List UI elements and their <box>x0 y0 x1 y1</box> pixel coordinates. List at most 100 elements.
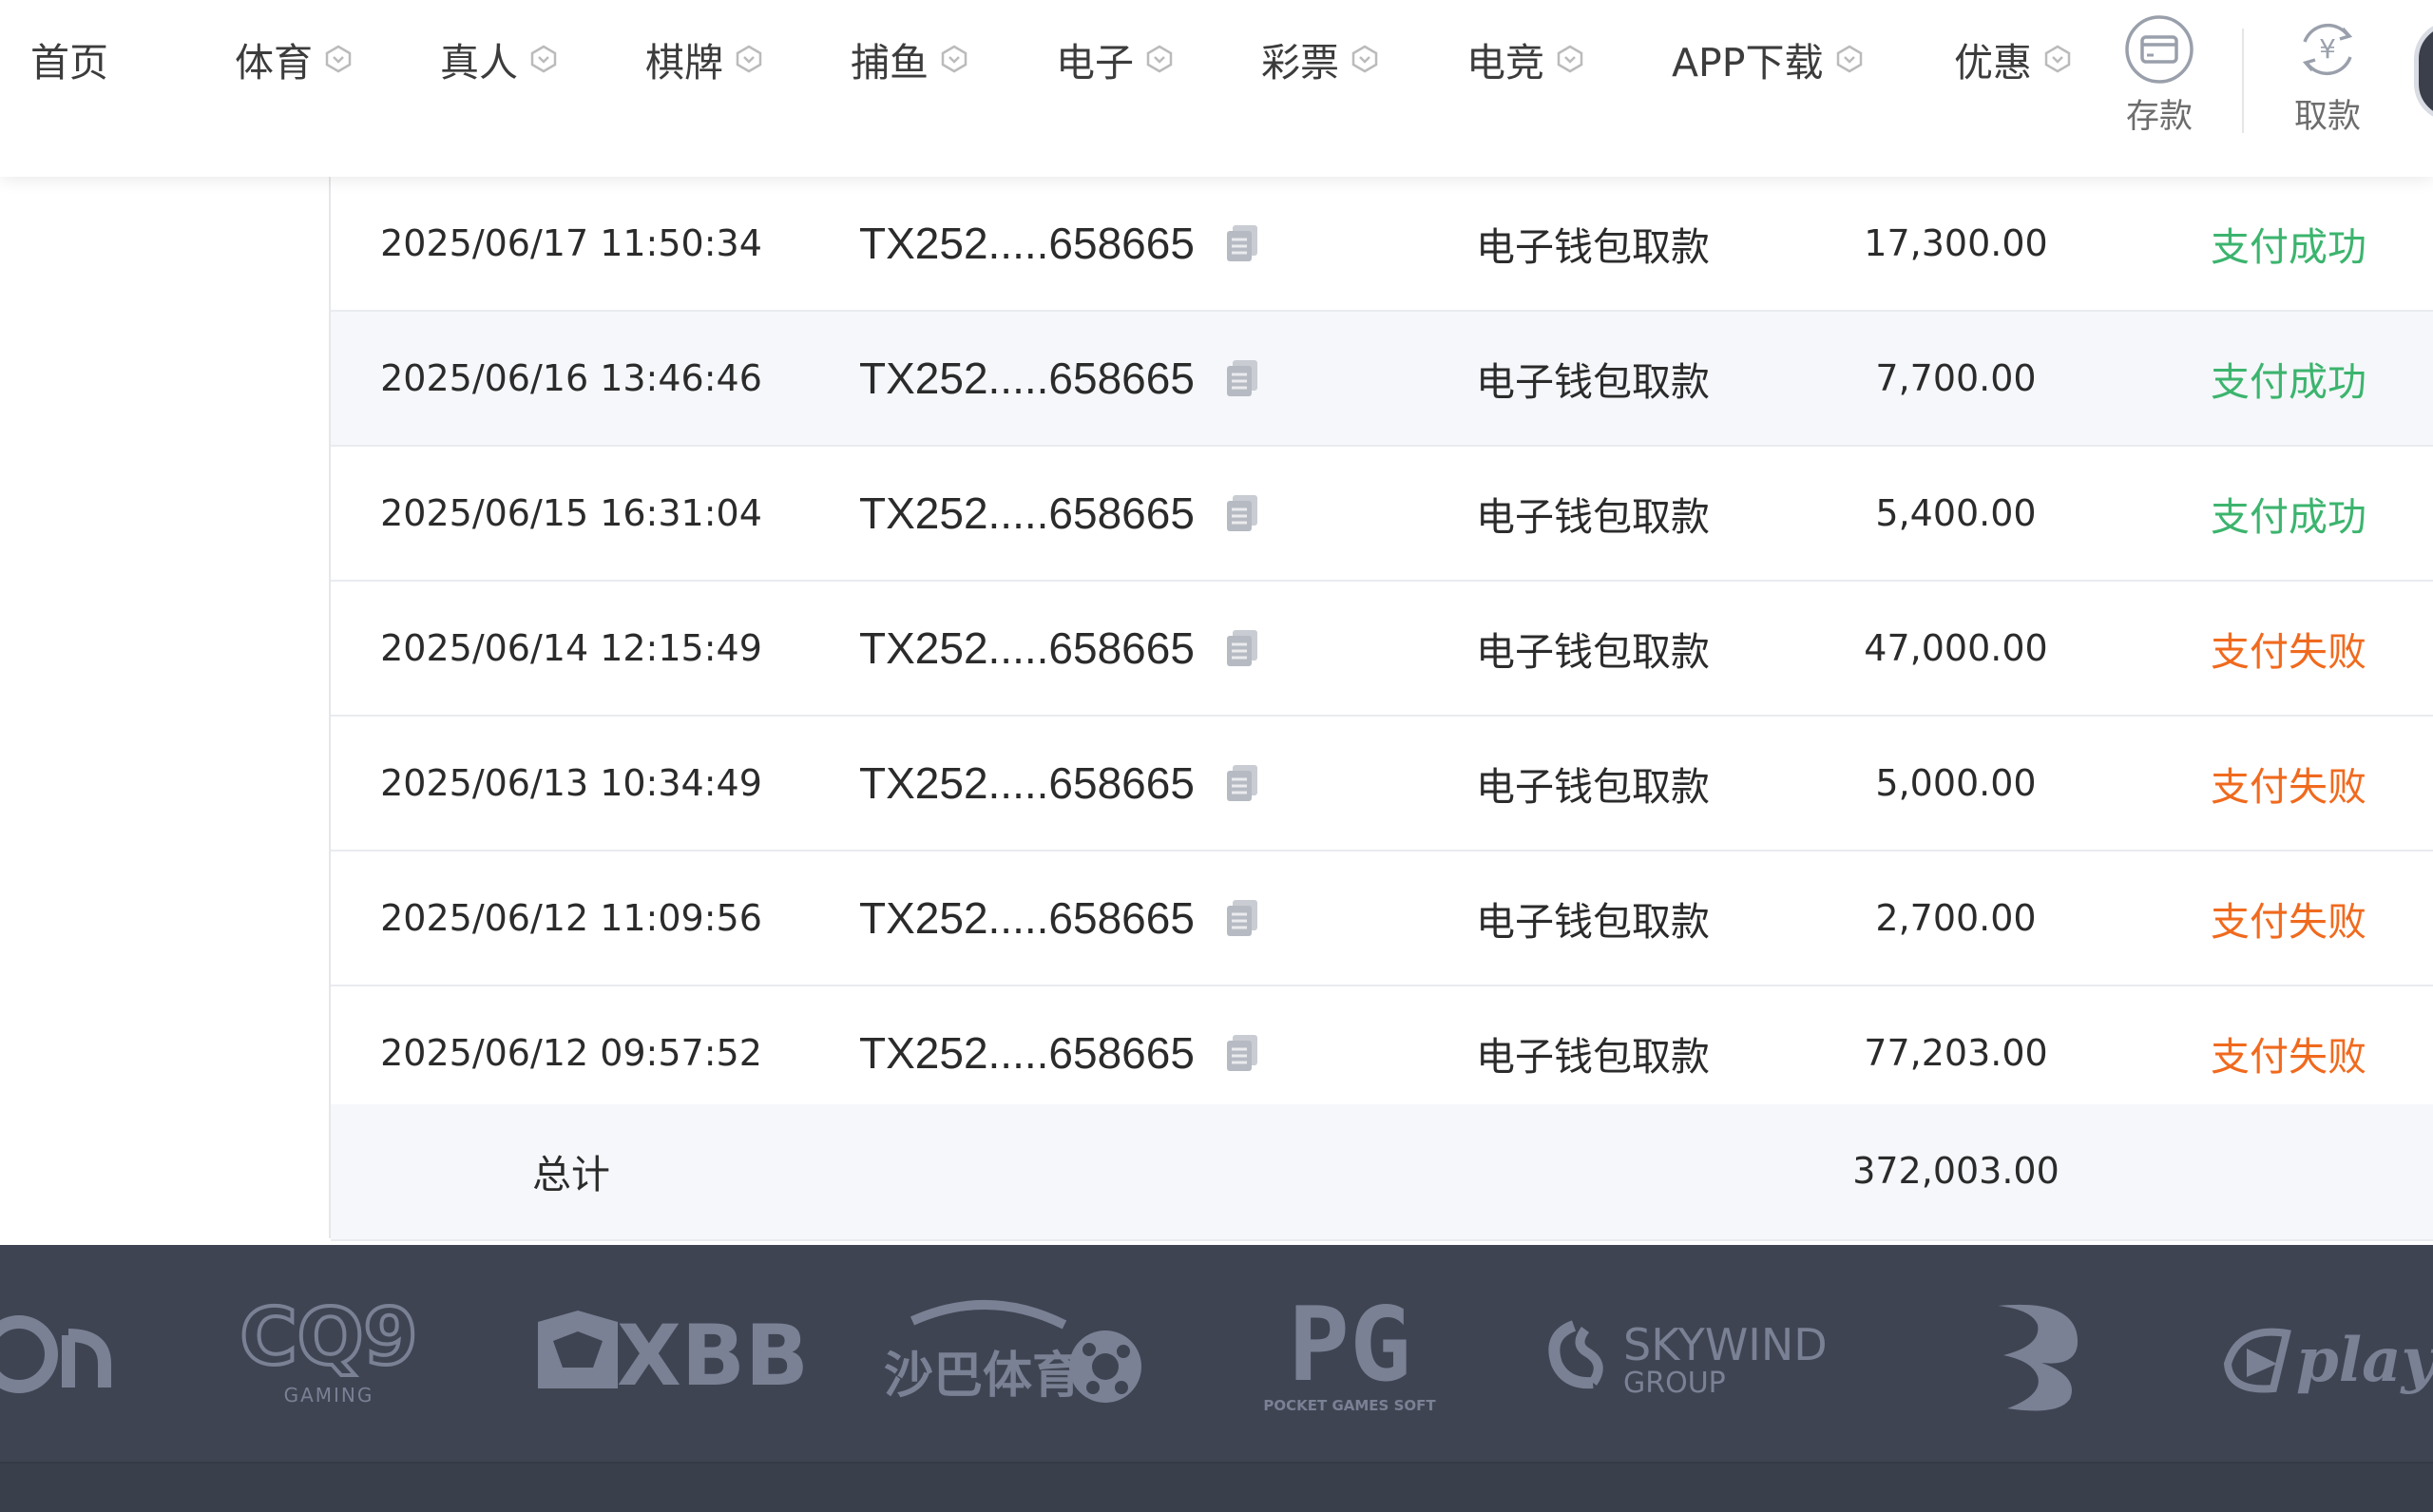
record-id-text: TX252.....658665 <box>859 354 1195 403</box>
provider-logo-band: CQ9 GAMING XBB 沙巴体育 PG POCKET GAMES SOFT <box>0 1245 2433 1464</box>
deposit-button[interactable]: 存款 <box>2102 13 2216 146</box>
record-type: 电子钱包取款 <box>1476 764 1710 810</box>
chevron-down-icon <box>530 45 557 73</box>
avatar[interactable] <box>2414 21 2433 122</box>
record-id-text: TX252.....658665 <box>859 623 1195 673</box>
record-amount: 2,700.00 <box>1875 897 2037 939</box>
deposit-label: 存款 <box>2125 98 2193 136</box>
record-id-text: TX252.....658665 <box>859 893 1195 943</box>
provider-name: SKYWIND <box>1623 1319 1828 1370</box>
saba-sports-logo: 沙巴体育 <box>884 1300 1141 1405</box>
provider-logo-playtech: playt <box>2220 1245 2433 1464</box>
nav-item-label: 电竞 <box>1466 40 1544 86</box>
withdraw-button[interactable]: ¥ 取款 <box>2270 13 2385 146</box>
divider <box>2242 29 2244 133</box>
record-id: TX252.....658665 <box>859 986 1334 1120</box>
nav-item-label: APP下载 <box>1672 40 1824 86</box>
withdraw-label: 取款 <box>2293 98 2361 136</box>
nav-item-label: 捕鱼 <box>851 40 929 86</box>
record-type: 电子钱包取款 <box>1476 224 1710 270</box>
nav-item-slots[interactable]: 电子 <box>1056 30 1174 87</box>
record-id: TX252.....658665 <box>859 312 1334 445</box>
record-id-text: TX252.....658665 <box>859 1028 1195 1078</box>
record-amount: 17,300.00 <box>1864 222 2048 264</box>
status-badge: 支付成功 <box>2211 494 2366 540</box>
record-id: TX252.....658665 <box>859 717 1334 850</box>
status-badge: 支付成功 <box>2211 224 2366 270</box>
nav-item-label: 体育 <box>235 40 313 86</box>
record-id-text: TX252.....658665 <box>859 219 1195 268</box>
table-row: 2025/06/14 12:15:49 TX252.....658665 电子钱… <box>331 582 2433 717</box>
total-amount: 372,003.00 <box>1852 1150 2059 1192</box>
chevron-down-icon <box>2044 45 2071 73</box>
chevron-down-icon <box>1146 45 1173 73</box>
record-id: TX252.....658665 <box>859 852 1334 985</box>
provider-logo-partial <box>0 1245 114 1464</box>
provider-name: PG <box>1288 1292 1411 1405</box>
nav-item-cards[interactable]: 棋牌 <box>645 30 763 87</box>
chevron-down-icon <box>941 45 967 73</box>
table-row: 2025/06/17 11:50:34 TX252.....658665 电子钱… <box>331 177 2433 312</box>
cq9-logo: CQ9 GAMING <box>239 1297 420 1407</box>
record-type: 电子钱包取款 <box>1476 494 1710 540</box>
record-id: TX252.....658665 <box>859 447 1334 580</box>
nav-home-label: 首页 <box>30 40 108 86</box>
nav-item-lottery[interactable]: 彩票 <box>1261 30 1379 87</box>
card-icon <box>2125 15 2194 84</box>
record-type: 电子钱包取款 <box>1476 1034 1710 1080</box>
nav-item-label: 电子 <box>1056 40 1134 86</box>
provider-name: XBB <box>617 1307 806 1405</box>
total-row: 总计 372,003.00 <box>331 1104 2433 1241</box>
record-amount: 77,203.00 <box>1864 1032 2048 1074</box>
table-row: 2025/06/13 10:34:49 TX252.....658665 电子钱… <box>331 717 2433 852</box>
provider-logo-saba-sports: 沙巴体育 <box>874 1245 1150 1464</box>
record-time: 2025/06/13 10:34:49 <box>380 762 762 804</box>
record-time: 2025/06/17 11:50:34 <box>380 222 762 264</box>
table-row: 2025/06/15 16:31:04 TX252.....658665 电子钱… <box>331 447 2433 582</box>
record-time: 2025/06/14 12:15:49 <box>380 627 762 669</box>
nav-item-label: 彩票 <box>1261 40 1339 86</box>
nav-item-promotions[interactable]: 优惠 <box>1954 30 2072 87</box>
record-time: 2025/06/15 16:31:04 <box>380 492 762 534</box>
provider-sub: GAMING <box>284 1384 374 1407</box>
record-time: 2025/06/16 13:46:46 <box>380 357 762 399</box>
nav-item-sports[interactable]: 体育 <box>235 30 353 87</box>
copy-icon[interactable] <box>1225 1033 1259 1073</box>
provider-logo-pg: PG POCKET GAMES SOFT <box>1255 1245 1445 1464</box>
copy-icon[interactable] <box>1225 493 1259 533</box>
provider-logo-swirl <box>1984 1245 2089 1464</box>
table-row: 2025/06/16 13:46:46 TX252.....658665 电子钱… <box>331 312 2433 447</box>
nav-item-esports[interactable]: 电竞 <box>1466 30 1584 87</box>
record-time: 2025/06/12 11:09:56 <box>380 897 762 939</box>
status-badge: 支付失败 <box>2211 764 2366 810</box>
nav-item-fishing[interactable]: 捕鱼 <box>851 30 968 87</box>
nav-item-label: 真人 <box>440 40 518 86</box>
provider-sub: POCKET GAMES SOFT <box>1263 1397 1436 1414</box>
nav-home[interactable]: 首页 <box>30 30 108 87</box>
record-type: 电子钱包取款 <box>1476 359 1710 405</box>
chevron-down-icon <box>1836 45 1862 73</box>
record-amount: 7,700.00 <box>1875 357 2037 399</box>
record-time: 2025/06/12 09:57:52 <box>380 1032 762 1074</box>
provider-logo-cq9: CQ9 GAMING <box>222 1245 435 1464</box>
status-badge: 支付失败 <box>2211 629 2366 675</box>
nav-item-app-download[interactable]: APP下载 <box>1672 30 1864 87</box>
pg-logo: PG POCKET GAMES SOFT <box>1263 1292 1436 1414</box>
copy-icon[interactable] <box>1225 628 1259 668</box>
provider-name: CQ9 <box>240 1297 418 1383</box>
nav-item-live[interactable]: 真人 <box>440 30 558 87</box>
swirl-logo <box>1998 1304 2079 1411</box>
record-amount: 5,000.00 <box>1875 762 2037 804</box>
record-id: TX252.....658665 <box>859 177 1334 310</box>
copy-icon[interactable] <box>1225 358 1259 398</box>
copy-icon[interactable] <box>1225 223 1259 263</box>
chevron-down-icon <box>736 45 762 73</box>
provider-name: 沙巴体育 <box>884 1348 1082 1405</box>
playtech-logo: playt <box>2223 1325 2433 1396</box>
skywind-logo: SKYWIND GROUP <box>1548 1319 1828 1400</box>
svg-text:playt: playt <box>2296 1325 2433 1396</box>
provider-sub: GROUP <box>1623 1367 1726 1400</box>
copy-icon[interactable] <box>1225 763 1259 803</box>
record-id-text: TX252.....658665 <box>859 488 1195 538</box>
copy-icon[interactable] <box>1225 898 1259 938</box>
